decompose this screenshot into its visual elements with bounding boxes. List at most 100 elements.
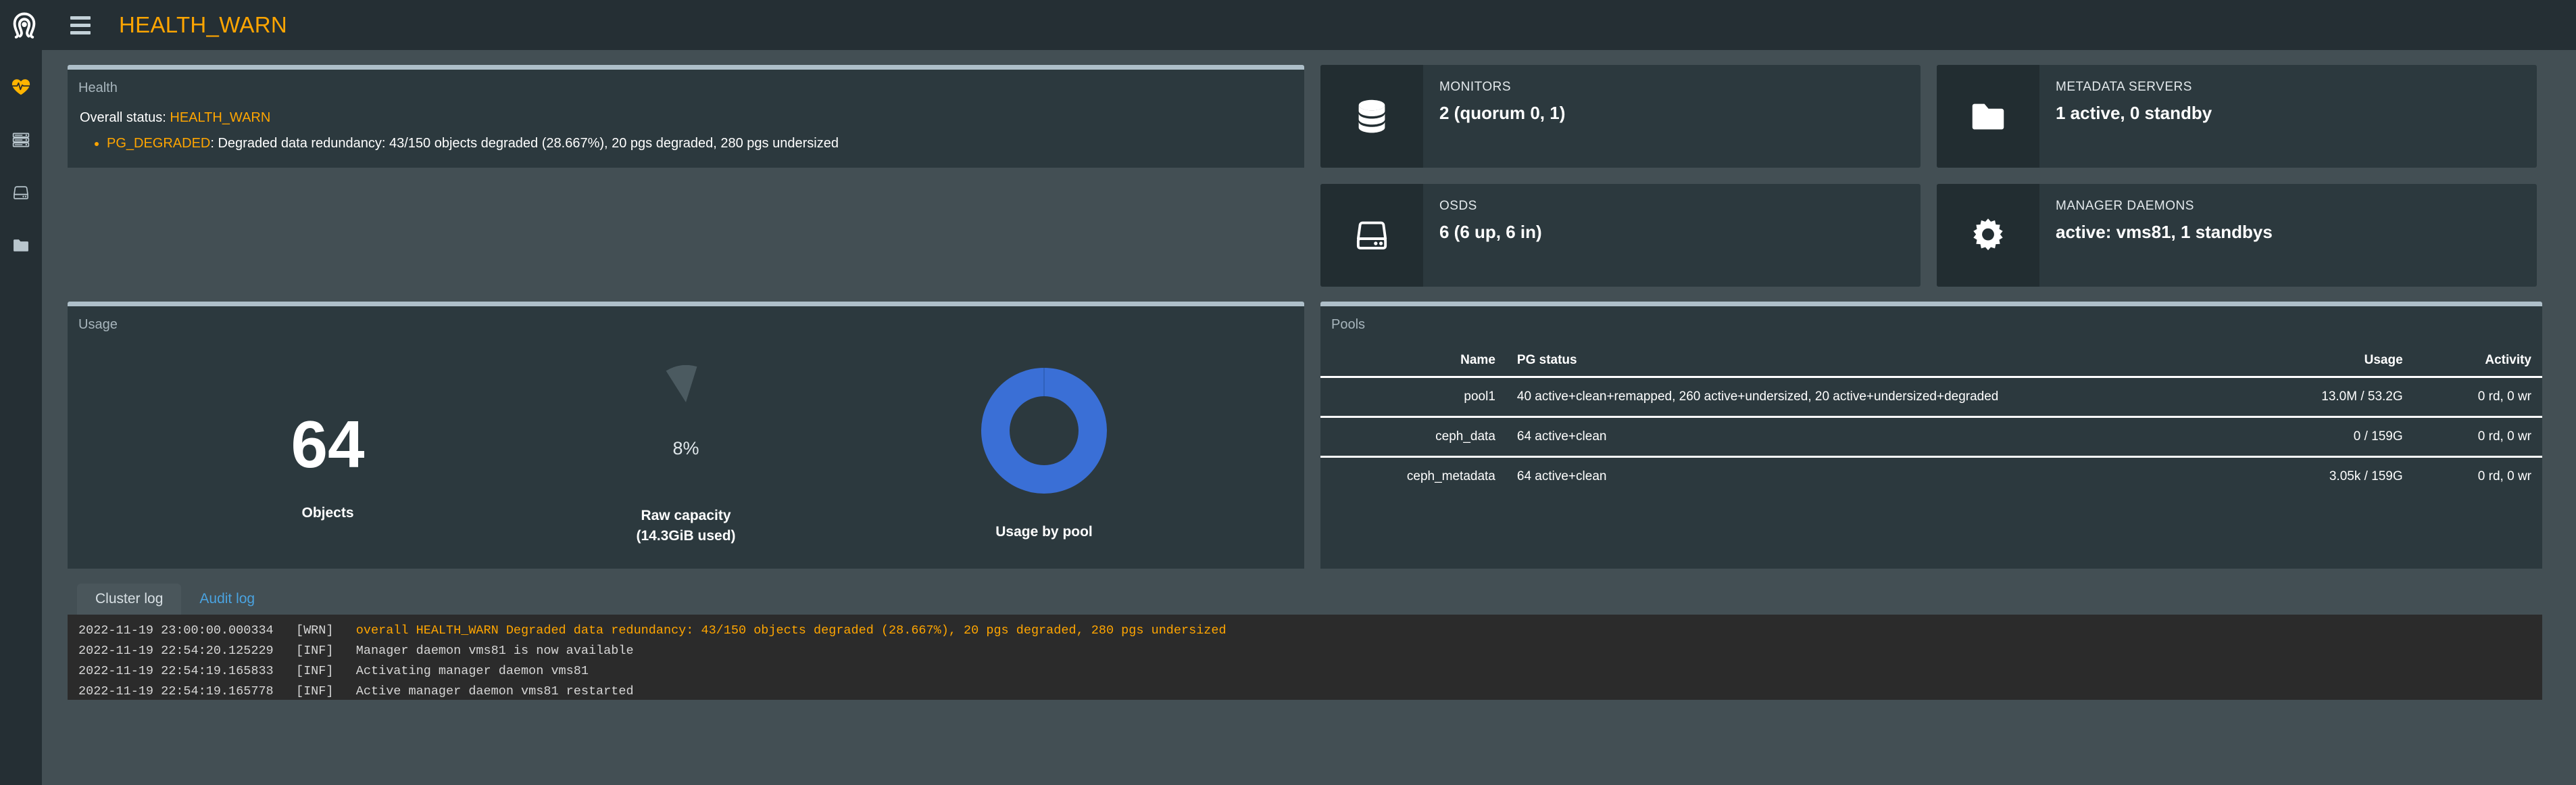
- tab-cluster-log[interactable]: Cluster log: [77, 584, 182, 615]
- raw-capacity-label: Raw capacity (14.3GiB used): [636, 506, 735, 547]
- cluster-log-body[interactable]: 2022-11-19 23:00:00.000334 [WRN] overall…: [68, 615, 2542, 700]
- pool-usage: 3.05k / 159G: [2329, 469, 2403, 483]
- pools-table: Name PG status Usage Activity pool1 40 a…: [1320, 349, 2542, 496]
- log-message: Activating manager daemon vms81: [355, 663, 589, 678]
- pool-activity: 0 rd, 0 wr: [2413, 377, 2542, 418]
- left-sidebar: [0, 50, 42, 785]
- database-stack-icon: [1320, 65, 1423, 168]
- hamburger-menu-icon[interactable]: [65, 0, 96, 50]
- monitors-card-text: MONITORS 2 (quorum 0, 1): [1423, 65, 1565, 168]
- pools-col-activity[interactable]: Activity: [2413, 349, 2542, 378]
- metadata-servers-card-value: 1 active, 0 standby: [2056, 103, 2212, 123]
- pools-col-usage[interactable]: Usage: [2249, 349, 2414, 378]
- log-message: overall HEALTH_WARN Degraded data redund…: [355, 623, 1227, 638]
- osds-card-text: OSDS 6 (6 up, 6 in): [1423, 184, 1542, 287]
- manager-daemons-card-label: MANAGER DAEMONS: [2056, 199, 2194, 213]
- folder-icon: [1937, 65, 2039, 168]
- health-alert-list: PG_DEGRADED: Degraded data redundancy: 4…: [107, 133, 1304, 153]
- folder-icon: [11, 236, 30, 258]
- sidebar-item-dashboard[interactable]: [0, 62, 42, 115]
- hard-drive-icon: [1320, 184, 1423, 287]
- top-navbar: HEALTH_WARN: [0, 0, 2576, 50]
- pools-panel-title: Pools: [1331, 317, 1366, 332]
- log-entry: 2022-11-19 22:54:19.165778 [INF] Active …: [78, 682, 2542, 700]
- health-alert-message: : Degraded data redundancy: 43/150 objec…: [210, 136, 839, 151]
- manager-daemons-card-text: MANAGER DAEMONS active: vms81, 1 standby…: [2039, 184, 2273, 287]
- log-level: [WRN]: [295, 623, 334, 638]
- gear-icon: [1937, 184, 2039, 287]
- pool-activity: 0 rd, 0 wr: [2413, 417, 2542, 458]
- objects-label: Objects: [301, 505, 354, 521]
- health-status-badge: HEALTH_WARN: [170, 110, 271, 125]
- pool-pg-status: 64 active+clean: [1516, 469, 1607, 483]
- tab-audit-log[interactable]: Audit log: [181, 584, 273, 615]
- table-row[interactable]: ceph_metadata 64 active+clean 3.05k / 15…: [1320, 457, 2542, 496]
- pools-col-name[interactable]: Name: [1320, 349, 1506, 378]
- log-level: [INF]: [295, 663, 334, 678]
- log-section: Cluster log Audit log 2022-11-19 23:00:0…: [68, 584, 2542, 700]
- log-timestamp: 2022-11-19 23:00:00.000334: [78, 623, 274, 638]
- table-row[interactable]: ceph_data 64 active+clean 0 / 159G 0 rd,…: [1320, 417, 2542, 458]
- heart-pulse-icon: [11, 77, 31, 101]
- log-level: [INF]: [295, 643, 334, 658]
- main-content: Health Overall status: HEALTH_WARN PG_DE…: [42, 50, 2576, 785]
- metadata-servers-card-text: METADATA SERVERS 1 active, 0 standby: [2039, 65, 2212, 168]
- usage-by-pool-label: Usage by pool: [995, 524, 1093, 540]
- pool-usage: 0 / 159G: [2249, 417, 2414, 458]
- health-alert-item: PG_DEGRADED: Degraded data redundancy: 4…: [107, 133, 1304, 153]
- top-row: Health Overall status: HEALTH_WARN PG_DE…: [68, 65, 2558, 287]
- log-tabs: Cluster log Audit log: [68, 584, 2542, 615]
- log-timestamp: 2022-11-19 22:54:20.125229: [78, 643, 274, 658]
- raw-capacity-label-sub: (14.3GiB used): [636, 528, 736, 544]
- usage-panel: Usage 64 Objects 8% Raw capacity (14.3Gi…: [68, 302, 1304, 569]
- sidebar-item-filesystems[interactable]: [0, 220, 42, 273]
- usage-by-pool-metric: Usage by pool: [933, 365, 1156, 542]
- manager-daemons-card-value: active: vms81, 1 standbys: [2056, 222, 2273, 242]
- pool-pg-status: 64 active+clean: [1506, 417, 2250, 458]
- server-rack-icon: [11, 130, 30, 153]
- table-row[interactable]: pool1 40 active+clean+remapped, 260 acti…: [1320, 377, 2542, 418]
- log-level: [INF]: [295, 684, 334, 698]
- hard-drive-icon: [11, 183, 30, 206]
- raw-capacity-percent: 8%: [672, 438, 699, 458]
- objects-metric: 64 Objects: [216, 365, 439, 523]
- health-overall-label: Overall status:: [80, 110, 166, 125]
- pool-name: pool1: [1320, 377, 1506, 418]
- log-timestamp: 2022-11-19 22:54:19.165833: [78, 663, 274, 678]
- manager-daemons-card[interactable]: MANAGER DAEMONS active: vms81, 1 standby…: [1937, 184, 2537, 287]
- health-panel: Health Overall status: HEALTH_WARN PG_DE…: [68, 65, 1304, 168]
- status-cards-row-2: OSDS 6 (6 up, 6 in) MANAGER DAEMONS acti…: [1320, 184, 2537, 287]
- objects-value: 64: [291, 407, 365, 481]
- usage-metrics: 64 Objects 8% Raw capacity (14.3GiB used…: [68, 333, 1304, 547]
- usage-by-pool-donut: [979, 365, 1110, 496]
- monitors-card-value: 2 (quorum 0, 1): [1439, 103, 1566, 123]
- status-cards-row-1: MONITORS 2 (quorum 0, 1) METADATA SERVER…: [1320, 65, 2537, 168]
- monitors-card[interactable]: MONITORS 2 (quorum 0, 1): [1320, 65, 1921, 168]
- health-overall-status: Overall status: HEALTH_WARN: [80, 108, 1304, 128]
- raw-capacity-metric: 8% Raw capacity (14.3GiB used): [574, 364, 797, 547]
- raw-capacity-label-main: Raw capacity: [641, 508, 731, 523]
- status-cards-grid: MONITORS 2 (quorum 0, 1) METADATA SERVER…: [1320, 65, 2537, 287]
- usage-panel-title: Usage: [78, 317, 118, 332]
- pool-activity: 0 rd, 0 wr: [2477, 469, 2531, 483]
- health-alert-code[interactable]: PG_DEGRADED: [107, 136, 210, 151]
- health-panel-title: Health: [78, 80, 118, 95]
- log-entry: 2022-11-19 23:00:00.000334 [WRN] overall…: [78, 621, 2542, 641]
- metadata-servers-card[interactable]: METADATA SERVERS 1 active, 0 standby: [1937, 65, 2537, 168]
- ceph-logo-icon[interactable]: [0, 0, 49, 50]
- osds-card-value: 6 (6 up, 6 in): [1439, 222, 1542, 242]
- monitors-card-label: MONITORS: [1439, 80, 1512, 94]
- log-message: Active manager daemon vms81 restarted: [355, 684, 634, 698]
- log-entry: 2022-11-19 22:54:20.125229 [INF] Manager…: [78, 641, 2542, 661]
- pool-name: ceph_metadata: [1406, 469, 1495, 483]
- pools-panel: Pools Name PG status Usage Activity pool…: [1320, 302, 2542, 569]
- raw-capacity-gauge: 8%: [639, 364, 733, 480]
- osds-card-label: OSDS: [1439, 199, 1477, 213]
- sidebar-item-cluster[interactable]: [0, 115, 42, 168]
- log-entry: 2022-11-19 22:54:19.165833 [INF] Activat…: [78, 661, 2542, 682]
- sidebar-item-block-storage[interactable]: [0, 168, 42, 220]
- osds-card[interactable]: OSDS 6 (6 up, 6 in): [1320, 184, 1921, 287]
- pools-col-pg-status[interactable]: PG status: [1506, 349, 2250, 378]
- pool-usage: 13.0M / 53.2G: [2249, 377, 2414, 418]
- metadata-servers-card-label: METADATA SERVERS: [2056, 80, 2192, 94]
